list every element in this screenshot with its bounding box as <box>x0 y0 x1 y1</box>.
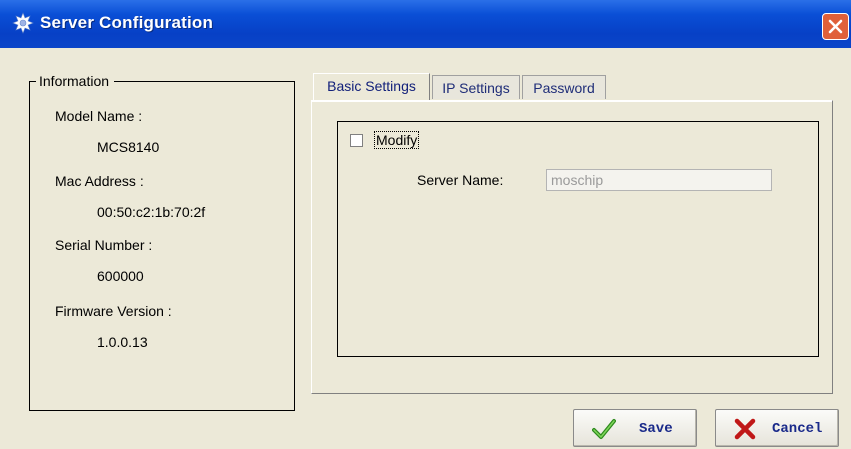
window-title: Server Configuration <box>40 13 214 32</box>
modify-checkbox[interactable] <box>350 134 363 147</box>
mac-address-value: 00:50:c2:1b:70:2f <box>97 204 206 220</box>
serial-number-label: Serial Number : <box>55 237 153 253</box>
tab-basic-settings[interactable]: Basic Settings <box>313 73 430 101</box>
server-name-input[interactable] <box>546 169 772 191</box>
cancel-button[interactable]: Cancel <box>715 409 839 447</box>
serial-number-value: 600000 <box>97 268 144 284</box>
firmware-version-value: 1.0.0.13 <box>97 334 148 350</box>
gear-icon <box>12 12 34 34</box>
tab-password[interactable]: Password <box>522 75 606 99</box>
close-icon <box>828 19 843 34</box>
close-button[interactable] <box>822 13 849 40</box>
mac-address-label: Mac Address : <box>55 173 144 189</box>
firmware-version-label: Firmware Version : <box>55 303 172 319</box>
basic-settings-box <box>337 121 819 357</box>
server-name-label: Server Name: <box>417 172 504 188</box>
save-button-label: Save <box>639 421 673 437</box>
save-button[interactable]: Save <box>573 409 697 447</box>
cancel-button-label: Cancel <box>772 421 823 437</box>
model-name-label: Model Name : <box>55 108 143 124</box>
modify-label[interactable]: Modify <box>374 131 420 149</box>
information-legend: Information <box>36 73 115 89</box>
x-mark-icon <box>734 418 756 440</box>
checkmark-icon <box>592 419 616 439</box>
title-bar[interactable]: Server Configuration <box>0 0 851 48</box>
model-name-value: MCS8140 <box>97 139 160 155</box>
server-configuration-window: Server Configuration Information Model N… <box>0 0 851 449</box>
tab-ip-settings[interactable]: IP Settings <box>432 75 520 99</box>
